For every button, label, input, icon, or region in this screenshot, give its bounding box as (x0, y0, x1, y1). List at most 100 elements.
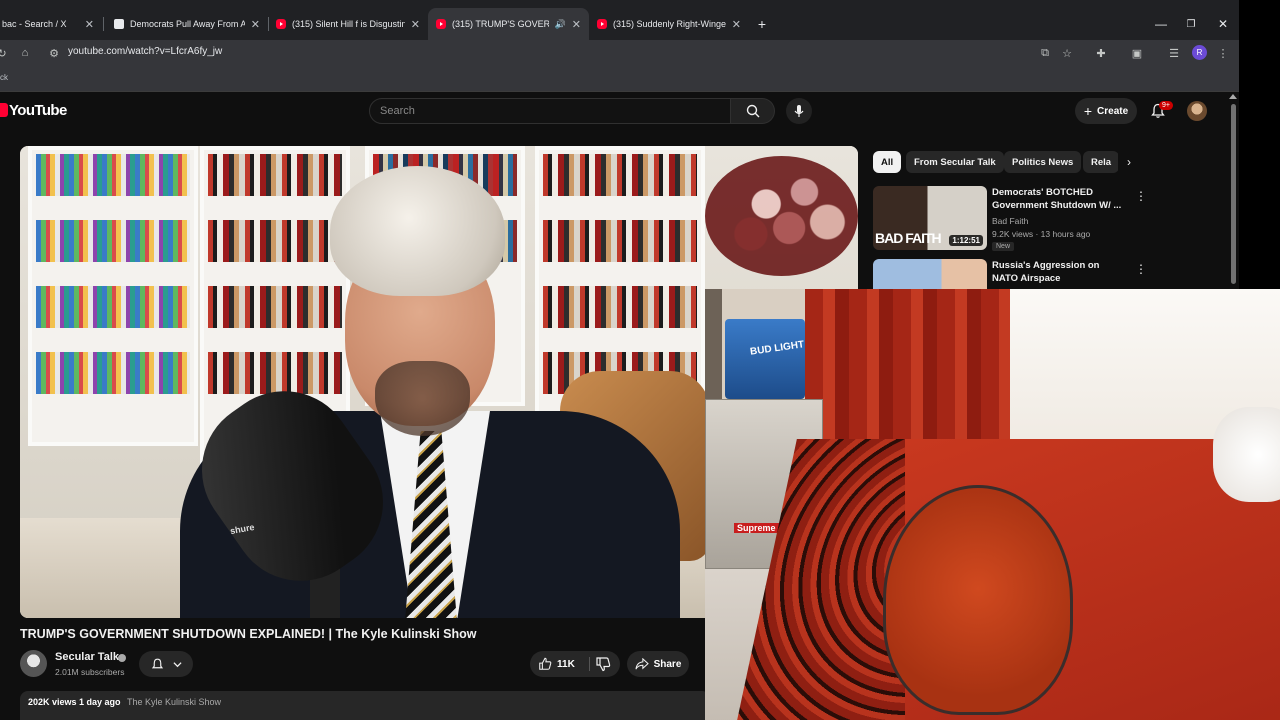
bookshelf (28, 146, 198, 446)
bookmark-item[interactable]: ck (0, 73, 8, 82)
youtube-logo-icon[interactable] (0, 103, 8, 117)
video-thumbnail[interactable]: BAD FAITH 1:12:51 (873, 186, 987, 250)
tab-title: (315) TRUMP'S GOVERNMI (452, 19, 549, 29)
site-info-icon[interactable]: ⚙ (46, 45, 62, 61)
search-placeholder: Search (380, 105, 415, 117)
recommended-title[interactable]: Democrats' BOTCHED Government Shutdown W… (992, 186, 1122, 212)
video-thumbnail[interactable] (873, 259, 987, 289)
plus-icon: + (1083, 103, 1093, 119)
chip-all[interactable]: All (873, 151, 902, 173)
recommended-video[interactable]: Russia's Aggression on NATO Airspace ⋮ (873, 259, 1153, 289)
more-options-icon[interactable]: ⋮ (1135, 189, 1147, 203)
extensions-icon[interactable]: ✚ (1093, 45, 1109, 61)
description-box[interactable]: 202K views 1 day ago The Kyle Kulinski S… (20, 691, 710, 720)
address-bar[interactable]: youtube.com/watch?v=LfcrA6fy_jw (68, 46, 222, 57)
video-title: TRUMP'S GOVERNMENT SHUTDOWN EXPLAINED! |… (20, 627, 477, 641)
tab-strip: bac - Search / X ✕ Democrats Pull Away F… (0, 8, 1239, 40)
microphone-icon (794, 105, 804, 117)
create-button[interactable]: + Create (1075, 98, 1137, 124)
thumbnail-text: BAD FAITH (875, 230, 942, 246)
tab-title: (315) Suddenly Right-Wingers (613, 19, 726, 29)
tab-trump-shutdown[interactable]: (315) TRUMP'S GOVERNMI 🔊 ✕ (428, 8, 589, 40)
close-tab-icon[interactable]: ✕ (572, 18, 581, 31)
home-icon[interactable]: ⌂ (17, 45, 33, 61)
youtube-icon (597, 19, 607, 29)
pillow (1213, 407, 1280, 502)
youtube-icon (436, 19, 446, 29)
close-tab-icon[interactable]: ✕ (85, 18, 94, 31)
news-icon (114, 19, 124, 29)
tab-x-search[interactable]: bac - Search / X ✕ (0, 8, 102, 40)
views-and-date: 202K views 1 day ago (28, 697, 121, 707)
chevron-right-icon[interactable]: › (1118, 151, 1140, 173)
red-chair (883, 485, 1073, 715)
share-button[interactable]: Share (627, 651, 689, 677)
more-options-icon[interactable]: ⋮ (1135, 262, 1147, 276)
channel-name[interactable]: Secular Talk (55, 651, 119, 663)
divider (589, 657, 590, 671)
media-controls-icon[interactable]: ☰ (1166, 45, 1182, 61)
like-count: 11K (557, 658, 575, 670)
bookmarks-bar: ck (0, 66, 1239, 92)
youtube-header: YouTube Search + Create 9+ (0, 92, 1239, 132)
side-panel-icon[interactable]: ▣ (1129, 45, 1145, 61)
subscription-bell-button[interactable] (139, 651, 193, 677)
tab-title: (315) Silent Hill f is Disgusting. (292, 19, 405, 29)
reload-icon[interactable]: ↻ (0, 45, 10, 61)
like-dislike-group: 11K (530, 651, 620, 677)
tab-title: Democrats Pull Away From Al (130, 19, 245, 29)
flower-arrangement (705, 156, 858, 276)
bookmark-star-icon[interactable]: ☆ (1059, 45, 1075, 61)
thumbs-up-icon (539, 657, 552, 670)
youtube-logo[interactable]: YouTube (9, 102, 67, 119)
share-arrow-icon (635, 658, 649, 670)
address-toolbar: ↻ ⌂ ⚙ youtube.com/watch?v=LfcrA6fy_jw ⧉ … (0, 40, 1239, 66)
subscriber-count: 2.01M subscribers (55, 667, 125, 677)
speaker-icon[interactable]: 🔊 (555, 19, 566, 30)
minimize-icon[interactable]: — (1146, 8, 1176, 40)
red-curtain (805, 289, 1010, 464)
recommended-channel[interactable]: Bad Faith (992, 216, 1028, 226)
recommended-title[interactable]: Russia's Aggression on NATO Airspace (992, 259, 1122, 285)
title-bar (0, 0, 1239, 8)
install-app-icon[interactable]: ⧉ (1037, 45, 1053, 61)
tab-democrats-article[interactable]: Democrats Pull Away From Al ✕ (106, 8, 268, 40)
beer-box (725, 319, 805, 399)
hair (330, 166, 505, 296)
channel-avatar[interactable] (20, 650, 47, 677)
close-tab-icon[interactable]: ✕ (251, 18, 260, 31)
profile-avatar[interactable]: R (1192, 45, 1207, 60)
search-button[interactable] (731, 98, 775, 124)
tab-right-wingers[interactable]: (315) Suddenly Right-Wingers ✕ (589, 8, 749, 40)
chip-from-secular-talk[interactable]: From Secular Talk (906, 151, 1004, 173)
search-input[interactable]: Search (369, 98, 731, 124)
recommended-meta: 9.2K views · 13 hours ago (992, 229, 1091, 239)
close-tab-icon[interactable]: ✕ (732, 18, 741, 31)
verified-badge-icon (118, 654, 126, 662)
chip-related[interactable]: Rela (1083, 151, 1119, 173)
scrollbar-thumb[interactable] (1231, 104, 1236, 284)
screen: bac - Search / X ✕ Democrats Pull Away F… (0, 0, 1280, 720)
maximize-icon[interactable]: ❐ (1176, 8, 1206, 40)
recommended-video[interactable]: BAD FAITH 1:12:51 Democrats' BOTCHED Gov… (873, 186, 1153, 256)
beard (375, 361, 470, 436)
menu-kebab-icon[interactable]: ⋮ (1215, 45, 1231, 61)
voice-search-button[interactable] (786, 98, 812, 124)
close-tab-icon[interactable]: ✕ (411, 18, 420, 31)
close-window-icon[interactable]: ✕ (1208, 8, 1238, 40)
like-button[interactable]: 11K (538, 651, 575, 677)
description-text: The Kyle Kulinski Show (127, 697, 222, 707)
tab-title: bac - Search / X (2, 19, 67, 29)
bell-icon (151, 658, 163, 668)
notification-count-badge: 9+ (1159, 101, 1173, 110)
tab-divider (103, 17, 104, 31)
sticker-label: Supreme (734, 523, 779, 533)
new-tab-button[interactable]: + (750, 8, 774, 40)
webcam-overlay: Supreme BUD LIGHT (705, 289, 1280, 720)
chevron-down-icon (172, 661, 182, 667)
account-avatar[interactable] (1187, 101, 1207, 121)
scroll-up-arrow-icon[interactable] (1229, 94, 1237, 99)
tab-silent-hill[interactable]: (315) Silent Hill f is Disgusting. ✕ (268, 8, 428, 40)
chip-politics-news[interactable]: Politics News (1004, 151, 1082, 173)
thumbs-down-icon[interactable] (595, 656, 611, 672)
